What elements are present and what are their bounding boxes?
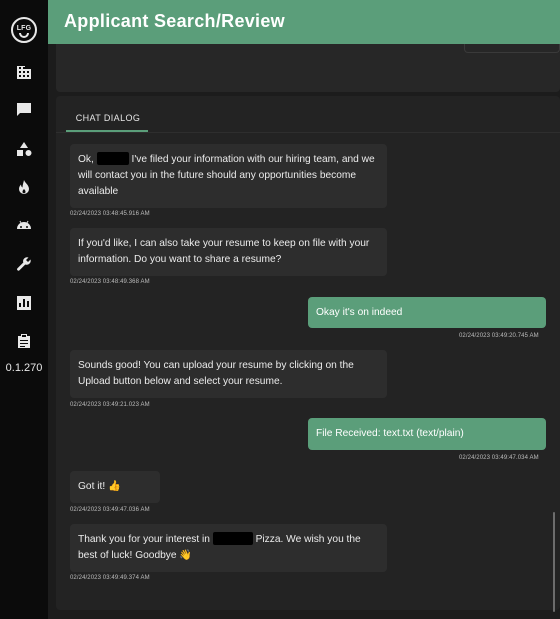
chat-message-bot: Sounds good! You can upload your resume … [70, 350, 387, 398]
detail-field[interactable] [464, 44, 560, 53]
redacted-name [96, 152, 129, 165]
message-timestamp: 02/24/2023 03:48:45.916 AM [70, 211, 150, 217]
message-timestamp: 02/24/2023 03:49:49.374 AM [70, 575, 150, 581]
fire-icon [19, 180, 29, 194]
shapes-icon [17, 142, 32, 156]
message-timestamp: 02/24/2023 03:49:47.034 AM [459, 455, 539, 461]
chat-scrollbar[interactable] [553, 512, 555, 612]
message-text: Got it! 👍 [78, 481, 121, 492]
sidebar-item-reports[interactable] [15, 294, 33, 312]
app-header: Applicant Search/Review [48, 0, 560, 44]
message-text: File Received: text.txt (text/plain) [316, 428, 464, 439]
tab-divider [56, 132, 560, 133]
sidebar-item-trending[interactable] [15, 178, 33, 196]
chat-message-bot: Ok, I've filed your information with our… [70, 144, 387, 208]
chart-icon [17, 296, 31, 310]
redacted-company [212, 532, 253, 545]
applicant-details-card [56, 44, 560, 92]
message-text: Thank you for your interest in [78, 534, 213, 545]
sidebar-item-tools[interactable] [15, 255, 33, 273]
page-title: Applicant Search/Review [64, 11, 285, 31]
message-text: Sounds good! You can upload your resume … [78, 360, 354, 387]
message-text: Ok, [78, 154, 97, 165]
building-icon [17, 66, 31, 79]
message-timestamp: 02/24/2023 03:49:21.023 AM [70, 402, 150, 408]
sidebar-item-chat[interactable] [15, 101, 33, 119]
message-timestamp: 02/24/2023 03:49:47.036 AM [70, 507, 150, 513]
sidebar-item-clipboard[interactable] [15, 332, 33, 350]
clipboard-icon [18, 334, 30, 348]
app-version: 0.1.270 [5, 362, 43, 374]
sidebar-item-shapes[interactable] [15, 140, 33, 158]
chat-message-bot: Thank you for your interest in Pizza. We… [70, 524, 387, 572]
chat-icon [17, 103, 31, 116]
sidebar-item-android[interactable] [15, 216, 33, 234]
message-timestamp: 02/24/2023 03:48:49.368 AM [70, 279, 150, 285]
app-logo[interactable]: LFG [11, 17, 37, 43]
android-icon [17, 220, 31, 229]
smile-icon [19, 32, 29, 38]
chat-message-user: Okay it's on indeed [308, 297, 546, 328]
sidebar: LFG 0.1.270 [0, 0, 48, 619]
logo-text: LFG [16, 24, 32, 32]
chat-message-bot: If you'd like, I can also take your resu… [70, 228, 387, 276]
wrench-icon [17, 257, 31, 271]
message-timestamp: 02/24/2023 03:49:20.745 AM [459, 333, 539, 339]
chat-message-user: File Received: text.txt (text/plain) [308, 418, 546, 450]
message-text: Okay it's on indeed [316, 307, 403, 318]
message-text: If you'd like, I can also take your resu… [78, 238, 370, 265]
chat-message-bot: Got it! 👍 [70, 471, 160, 503]
sidebar-item-buildings[interactable] [15, 63, 33, 81]
